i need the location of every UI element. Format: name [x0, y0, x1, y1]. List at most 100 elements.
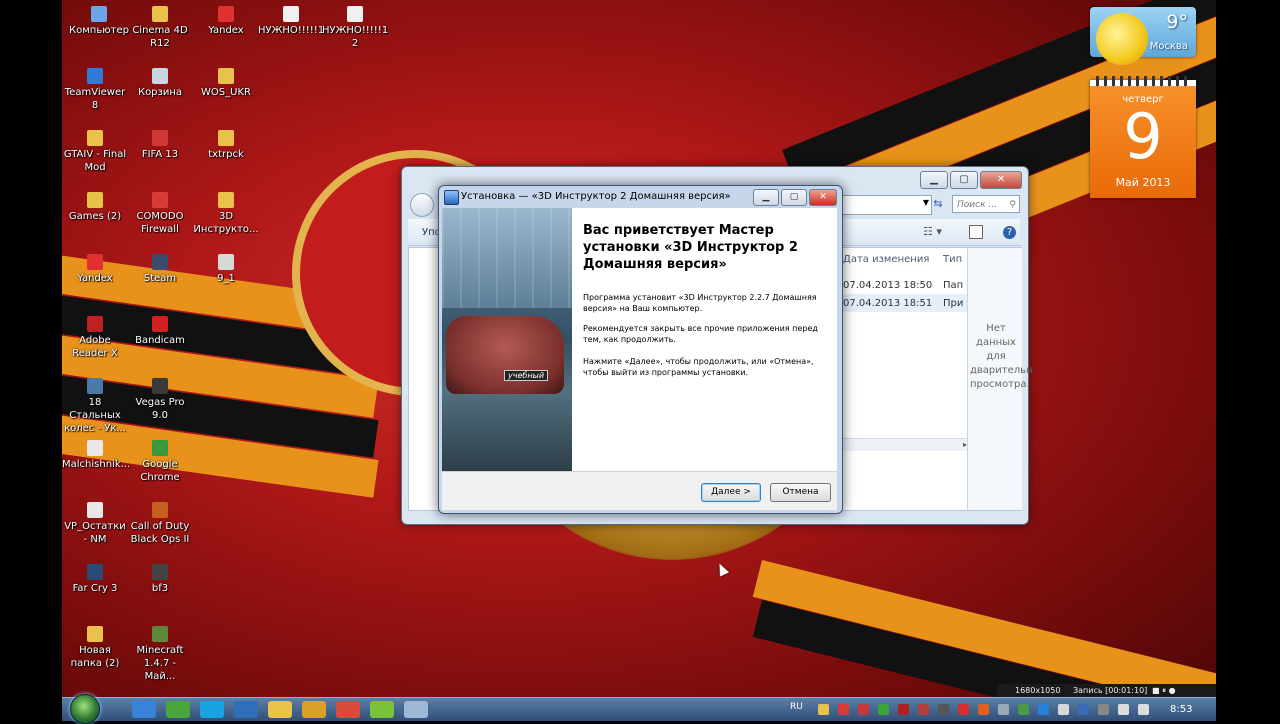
- installer-paragraph: Рекомендуется закрыть все прочие приложе…: [583, 324, 818, 344]
- desktop-icon[interactable]: Yandex: [62, 254, 128, 285]
- tray-icon[interactable]: [838, 704, 849, 715]
- row-date[interactable]: 07.04.2013 18:51: [843, 298, 932, 309]
- desktop-icon[interactable]: Games (2): [62, 192, 128, 223]
- desktop-icon-label: НУЖНО!!!!!1: [258, 25, 325, 36]
- desktop-icon[interactable]: Vegas Pro 9.0: [127, 378, 193, 422]
- weather-city: Москва: [1149, 41, 1188, 52]
- horizontal-scrollbar[interactable]: ▸: [841, 438, 967, 451]
- column-header-type[interactable]: Тип: [943, 254, 962, 265]
- calendar-gadget[interactable]: четверг 9 Май 2013: [1090, 76, 1196, 198]
- maximize-button[interactable]: ▢: [781, 189, 807, 206]
- search-input[interactable]: Поиск ... ⚲: [952, 195, 1020, 213]
- desktop-icon[interactable]: Call of Duty Black Ops II: [127, 502, 193, 546]
- desktop-icon[interactable]: 9_1: [193, 254, 259, 285]
- system-clock[interactable]: 8:53: [1170, 704, 1192, 715]
- desktop-icon[interactable]: COMODO Firewall: [127, 192, 193, 236]
- minimize-button[interactable]: ▁: [920, 171, 948, 189]
- recorder-controls[interactable]: ■ ⏸ ●: [1152, 684, 1176, 697]
- tray-icon[interactable]: [1098, 704, 1109, 715]
- desktop-icon-label: Call of Duty Black Ops II: [130, 521, 190, 545]
- minimize-button[interactable]: ▁: [753, 189, 779, 206]
- preview-empty-text: Нет данных для дварительн просмотра.: [970, 323, 1033, 390]
- folder-icon[interactable]: [268, 701, 292, 718]
- tray-icon[interactable]: [918, 704, 929, 715]
- installer-dialog[interactable]: Установка — «3D Инструктор 2 Домашняя ве…: [438, 185, 843, 514]
- utorrent-icon[interactable]: [166, 701, 190, 718]
- view-options-icon[interactable]: ☷ ▾: [923, 225, 942, 238]
- desktop-icon[interactable]: НУЖНО!!!!!1: [258, 6, 324, 37]
- app-icon: [152, 6, 168, 22]
- desktop-icon[interactable]: Bandicam: [127, 316, 193, 347]
- refresh-icon[interactable]: ⇆: [930, 195, 946, 213]
- desktop-icon[interactable]: Yandex: [193, 6, 259, 37]
- tray-icon[interactable]: [878, 704, 889, 715]
- app-icon: [152, 626, 168, 642]
- desktop-icon[interactable]: txtrpck: [193, 130, 259, 161]
- utorrent2-icon[interactable]: [370, 701, 394, 718]
- desktop-icon[interactable]: 3D Инструкто...: [193, 192, 259, 236]
- screen-recorder-bar[interactable]: 1680x1050 Запись [00:01:10] ■ ⏸ ●: [997, 684, 1216, 697]
- app-icon: [152, 378, 168, 394]
- desktop-icon[interactable]: VP_Остатки - NM: [62, 502, 128, 546]
- chrome-icon[interactable]: [336, 701, 360, 718]
- tray-icon[interactable]: [1018, 704, 1029, 715]
- app-icon: [218, 130, 234, 146]
- desktop-icon[interactable]: Компьютер: [66, 6, 132, 37]
- tray-icon[interactable]: [1078, 704, 1089, 715]
- weather-gadget[interactable]: 9° Москва: [1090, 7, 1196, 65]
- app-icon: [87, 564, 103, 580]
- desktop-icon-label: Adobe Reader X: [72, 335, 118, 359]
- row-type[interactable]: При: [943, 298, 963, 309]
- next-button[interactable]: Далее >: [701, 483, 761, 502]
- desktop-icon[interactable]: Adobe Reader X: [62, 316, 128, 360]
- desktop-icon[interactable]: Minecraft 1.4.7 - Май...: [127, 626, 193, 683]
- desktop-icon[interactable]: Far Cry 3: [62, 564, 128, 595]
- desktop-icon[interactable]: TeamViewer 8: [62, 68, 128, 112]
- language-indicator[interactable]: RU: [790, 702, 803, 712]
- tray-icon[interactable]: [858, 704, 869, 715]
- help-icon[interactable]: ?: [1003, 226, 1016, 239]
- desktop-icon-label: 9_1: [217, 273, 235, 284]
- tray-icon[interactable]: [938, 704, 949, 715]
- tray-icon[interactable]: [818, 704, 829, 715]
- installer-icon[interactable]: [404, 701, 428, 718]
- desktop-icon-label: VP_Остатки - NM: [64, 521, 126, 545]
- address-bar[interactable]: ▼: [840, 195, 932, 215]
- weather-temperature: 9°: [1166, 11, 1188, 33]
- desktop-icon[interactable]: WOS_UKR: [193, 68, 259, 99]
- desktop-icon[interactable]: Новая папка (2): [62, 626, 128, 670]
- tray-icon[interactable]: [1038, 704, 1049, 715]
- desktop-icon[interactable]: Steam: [127, 254, 193, 285]
- desktop-icon[interactable]: GTAIV - Final Mod: [62, 130, 128, 174]
- row-type[interactable]: Пап: [943, 280, 963, 291]
- tray-icon[interactable]: [1058, 704, 1069, 715]
- desktop-icon[interactable]: FIFA 13: [127, 130, 193, 161]
- tray-icon[interactable]: [958, 704, 969, 715]
- preview-pane-button[interactable]: [969, 225, 983, 239]
- skype-icon[interactable]: [200, 701, 224, 718]
- media-icon[interactable]: [234, 701, 258, 718]
- installer-titlebar[interactable]: Установка — «3D Инструктор 2 Домашняя ве…: [439, 186, 842, 208]
- desktop-icon[interactable]: НУЖНО!!!!!1 2: [322, 6, 388, 50]
- maximize-button[interactable]: ▢: [950, 171, 978, 189]
- winamp-icon[interactable]: [302, 701, 326, 718]
- tray-icon[interactable]: [978, 704, 989, 715]
- close-button[interactable]: ✕: [809, 189, 837, 206]
- row-date[interactable]: 07.04.2013 18:50: [843, 280, 932, 291]
- tray-icon[interactable]: [998, 704, 1009, 715]
- app-icon: [218, 254, 234, 270]
- desktop-icon[interactable]: Cinema 4D R12: [127, 6, 193, 50]
- network-icon[interactable]: [1118, 704, 1129, 715]
- close-button[interactable]: ✕: [980, 171, 1022, 189]
- tray-icon[interactable]: [898, 704, 909, 715]
- browser-icon[interactable]: [132, 701, 156, 718]
- desktop-icon[interactable]: 18 Стальных колес - Ук...: [62, 378, 128, 435]
- back-button[interactable]: [410, 193, 434, 217]
- desktop-icon[interactable]: Google Chrome: [127, 440, 193, 484]
- desktop-icon[interactable]: Malchishnik...: [62, 440, 130, 471]
- volume-icon[interactable]: [1138, 704, 1149, 715]
- desktop-icon[interactable]: bf3: [127, 564, 193, 595]
- cancel-button[interactable]: Отмена: [770, 483, 831, 502]
- column-header-date[interactable]: Дата изменения: [843, 254, 929, 265]
- desktop-icon[interactable]: Корзина: [127, 68, 193, 99]
